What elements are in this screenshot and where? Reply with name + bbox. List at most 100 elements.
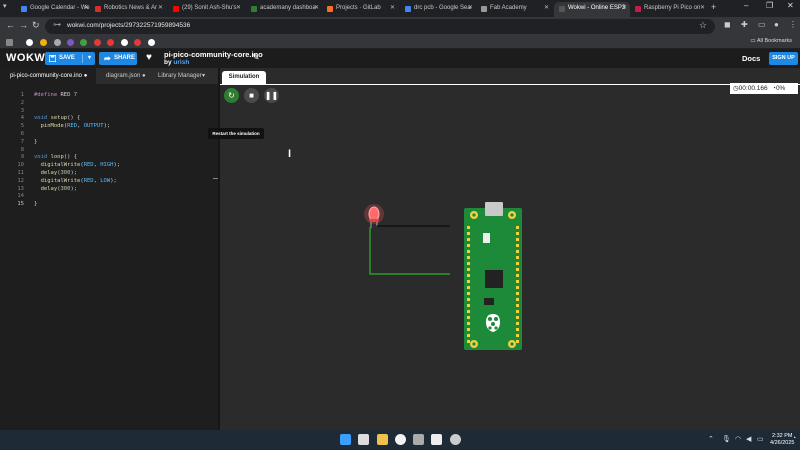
search-icon[interactable] [358, 434, 369, 445]
pin[interactable] [516, 304, 519, 307]
tab-close-icon[interactable]: ✕ [314, 2, 319, 15]
pin[interactable] [516, 298, 519, 301]
pin[interactable] [467, 322, 470, 325]
tab-search-icon[interactable]: ▾ [3, 2, 7, 10]
bookmark-icon[interactable] [94, 39, 101, 46]
pin[interactable] [467, 232, 470, 235]
pin[interactable] [467, 298, 470, 301]
site-info-icon[interactable]: ⊶ [53, 20, 61, 29]
pin[interactable] [467, 328, 470, 331]
code-lines[interactable]: 1 #define RED 7 2 3 4 void setup() { 5 pin… [0, 92, 218, 209]
pin[interactable] [516, 316, 519, 319]
stop-button[interactable]: ■ [244, 88, 259, 103]
url-text[interactable]: wokwi.com/projects/297322571959894536 [67, 22, 190, 29]
wire-green[interactable] [369, 227, 450, 275]
author-link[interactable]: urish [173, 59, 189, 66]
volume-icon[interactable]: ◀ [746, 435, 751, 443]
save-dropdown-icon[interactable]: ▾ [88, 52, 91, 65]
like-heart-icon[interactable]: ♥ [146, 52, 152, 64]
bookmark-icon[interactable] [40, 39, 47, 46]
browser-tab[interactable]: Robotics News & Ar ✕ [90, 2, 166, 17]
browser-tab[interactable]: Wokwi - Online ESP3 ✕ [554, 2, 630, 17]
taskbar-clock[interactable]: 2:32 PM 4/26/2025 [770, 433, 794, 447]
pin[interactable] [467, 262, 470, 265]
pin[interactable] [467, 280, 470, 283]
settings-icon[interactable] [413, 434, 424, 445]
bookmark-icon[interactable] [67, 39, 74, 46]
pin[interactable] [516, 274, 519, 277]
bookmark-icon[interactable] [80, 39, 87, 46]
pin[interactable] [516, 262, 519, 265]
tab-simulation[interactable]: Simulation [222, 71, 266, 84]
pin[interactable] [467, 340, 470, 343]
pin[interactable] [467, 286, 470, 289]
file-explorer-icon[interactable] [377, 434, 388, 445]
notifications-icon[interactable]: ◔ [792, 435, 796, 442]
pin[interactable] [516, 322, 519, 325]
profile-icon[interactable]: ● [774, 20, 779, 29]
pin[interactable] [467, 292, 470, 295]
browser-tab[interactable]: Google Calendar - We ✕ [16, 2, 92, 17]
maximize-icon[interactable]: ❐ [766, 1, 773, 10]
pin[interactable] [467, 226, 470, 229]
raspberry-pi-pico-board[interactable] [464, 202, 522, 350]
mic-icon[interactable]: 🎙 [722, 435, 731, 443]
share-button[interactable]: ➦ SHARE [99, 52, 137, 65]
code-editor[interactable]: pi-pico-community-core.ino ● diagram.jso… [0, 68, 218, 430]
browser-tab[interactable]: drc pcb - Google Sea ✕ [400, 2, 476, 17]
pin[interactable] [467, 238, 470, 241]
battery-icon[interactable]: ▭ [757, 435, 764, 443]
pin[interactable] [516, 286, 519, 289]
tab-diagram-json[interactable]: diagram.json ● [96, 68, 148, 84]
pin[interactable] [516, 310, 519, 313]
red-led[interactable] [368, 206, 380, 228]
tab-close-icon[interactable]: ✕ [468, 2, 473, 15]
pin[interactable] [516, 292, 519, 295]
sidepanel-icon[interactable]: ▭ [758, 20, 766, 29]
minimize-icon[interactable]: – [744, 1, 748, 10]
pin[interactable] [467, 274, 470, 277]
new-tab-icon[interactable]: + [711, 2, 716, 12]
pause-button[interactable]: ❚❚ [264, 88, 279, 103]
browser-tab[interactable]: Projects · GitLab ✕ [322, 2, 398, 17]
signup-button[interactable]: SIGN UP [769, 52, 798, 65]
puzzle-icon[interactable]: ✚ [741, 20, 748, 29]
docs-link[interactable]: Docs [742, 54, 760, 63]
pin[interactable] [467, 268, 470, 271]
pin[interactable] [467, 310, 470, 313]
tab-main-ino[interactable]: pi-pico-community-core.ino ● [0, 68, 96, 84]
restart-button[interactable]: ↻ Restart the simulation [208, 88, 264, 139]
tray-chevron-icon[interactable]: ⌃ [708, 435, 714, 443]
pin[interactable] [516, 238, 519, 241]
browser-tab[interactable]: Raspberry Pi Pico on ✕ [630, 2, 708, 17]
bookmark-icon[interactable] [121, 39, 128, 46]
pin[interactable] [516, 256, 519, 259]
pin[interactable] [516, 226, 519, 229]
pin[interactable] [516, 268, 519, 271]
forward-icon[interactable]: → [19, 20, 28, 30]
pin[interactable] [516, 280, 519, 283]
chrome-icon[interactable] [395, 434, 406, 445]
pin[interactable] [467, 304, 470, 307]
bookmark-icon[interactable] [107, 39, 114, 46]
tab-library-manager[interactable]: Library Manager [148, 68, 202, 84]
pin[interactable] [467, 250, 470, 253]
pin[interactable] [467, 244, 470, 247]
reload-icon[interactable]: ↻ [32, 20, 40, 31]
bookmark-icon[interactable] [54, 39, 61, 46]
save-button[interactable]: SAVE ▾ [45, 52, 95, 65]
edit-title-icon[interactable]: ✎ [252, 52, 260, 63]
tab-close-icon[interactable]: ✕ [622, 2, 627, 15]
pin[interactable] [516, 250, 519, 253]
tab-close-icon[interactable]: ✕ [236, 2, 241, 15]
tab-close-icon[interactable]: ✕ [158, 2, 163, 15]
bookmark-icon[interactable] [148, 39, 155, 46]
windows-start-icon[interactable] [340, 434, 351, 445]
close-window-icon[interactable]: ✕ [787, 1, 794, 10]
tab-close-icon[interactable]: ✕ [544, 2, 549, 15]
app-icon[interactable] [450, 434, 461, 445]
tabs-dropdown-icon[interactable]: ▾ [198, 68, 214, 84]
chrome-menu-icon[interactable]: ⋮ [789, 20, 797, 29]
pin[interactable] [516, 334, 519, 337]
pin[interactable] [467, 256, 470, 259]
